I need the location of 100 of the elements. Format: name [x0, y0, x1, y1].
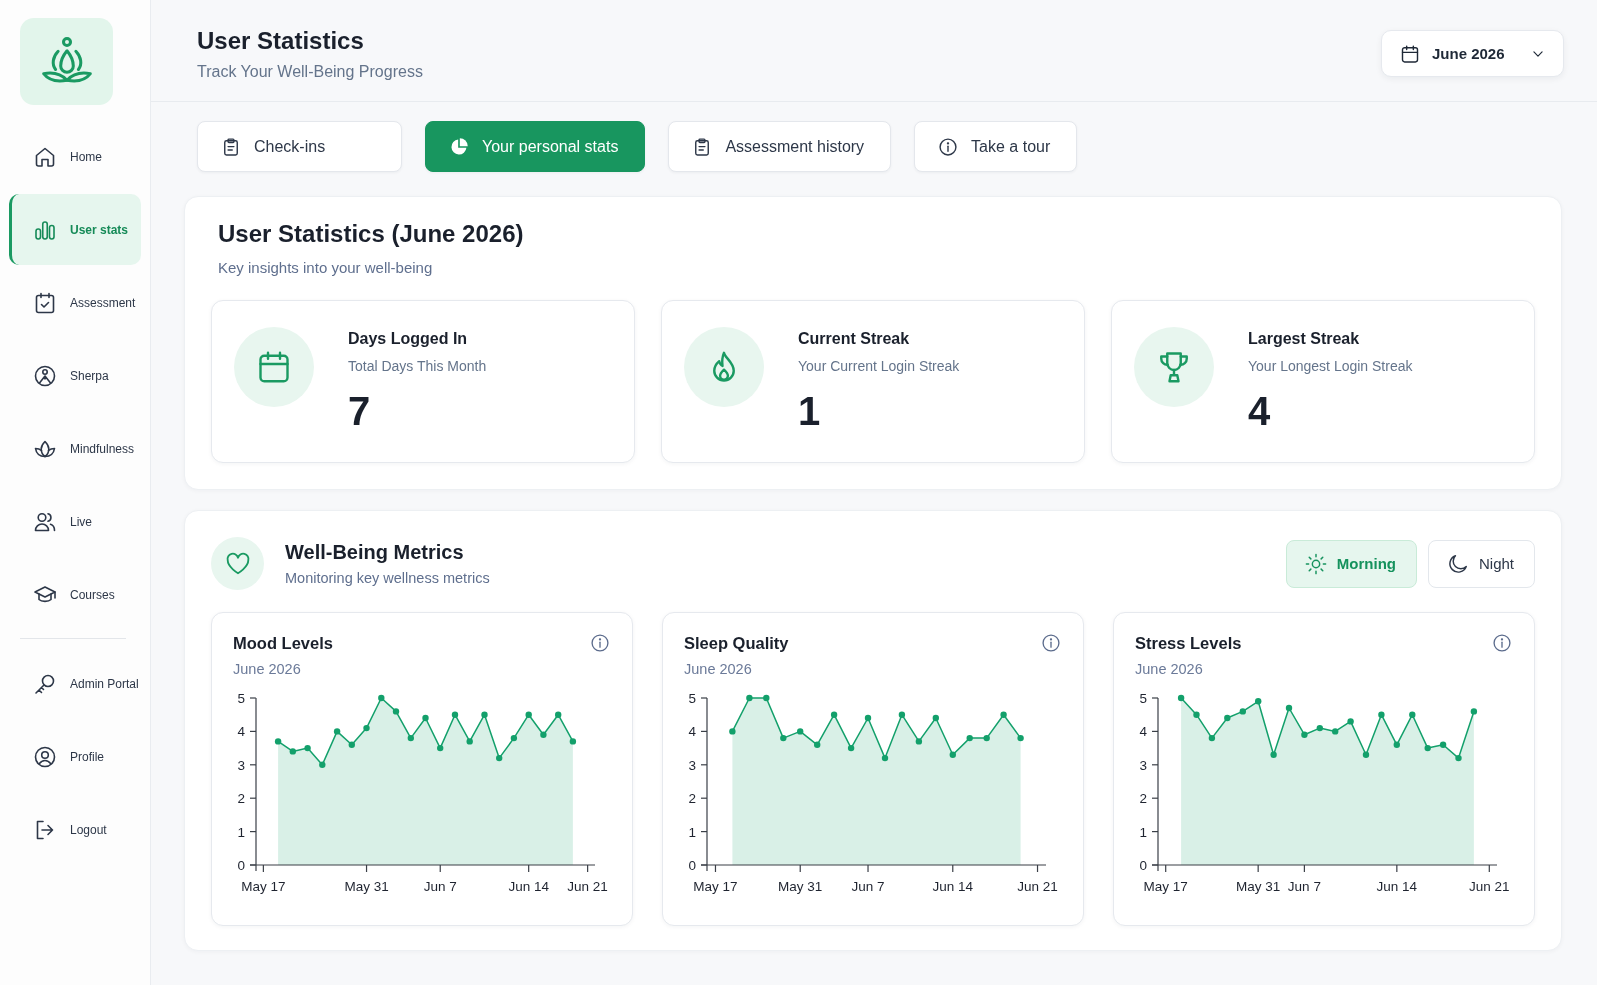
tick-label: 1: [1139, 824, 1147, 840]
data-point: [1439, 741, 1447, 748]
chart-subtitle: June 2026: [684, 660, 753, 679]
nav-item[interactable]: Mindfulness: [9, 413, 141, 484]
data-point: [525, 711, 532, 718]
data-point: [1000, 711, 1007, 718]
data-point: [1017, 734, 1024, 742]
nav-item[interactable]: Sherpa: [9, 340, 141, 411]
info-icon: [938, 136, 959, 157]
tick-label: Jun 21: [1469, 879, 1510, 894]
nav-item[interactable]: Live: [9, 486, 141, 557]
tick-label: 5: [1139, 691, 1147, 706]
data-point: [814, 741, 821, 748]
data-point: [763, 694, 770, 702]
data-point: [378, 694, 385, 702]
calendar-check-icon: [33, 290, 57, 315]
data-point: [1424, 744, 1431, 752]
data-point: [949, 751, 956, 758]
data-point: [274, 738, 282, 745]
toggle-button[interactable]: Night: [1427, 539, 1535, 588]
stat-subtitle: Total Days This Month: [348, 357, 487, 376]
calendar-icon: [1400, 43, 1420, 64]
tick-label: 3: [688, 757, 696, 773]
tick-label: 0: [1139, 858, 1147, 873]
chart-subtitle: June 2026: [233, 660, 302, 679]
info-icon[interactable]: [1492, 633, 1512, 653]
data-point: [466, 738, 473, 745]
data-point: [881, 754, 889, 762]
data-point: [864, 714, 872, 722]
data-point: [729, 728, 736, 735]
tick-label: 5: [688, 691, 696, 706]
tab[interactable]: Your personal stats: [425, 121, 646, 172]
toggle-button[interactable]: Morning: [1285, 539, 1417, 588]
stat-title: Current Streak: [798, 329, 911, 349]
data-point: [915, 738, 923, 745]
data-point: [1470, 708, 1478, 715]
data-point: [481, 711, 488, 718]
data-point: [437, 744, 444, 752]
nav-item[interactable]: Home: [9, 121, 141, 192]
stat-value: 4: [1248, 388, 1272, 434]
stat-title: Largest Streak: [1248, 329, 1361, 349]
tick-label: 2: [1139, 791, 1147, 807]
tab[interactable]: Take a tour: [914, 121, 1078, 172]
stat-title: Days Logged In: [348, 329, 469, 349]
data-point: [1316, 724, 1323, 732]
data-point: [555, 711, 562, 718]
data-point: [392, 708, 400, 715]
tick-label: 4: [688, 724, 696, 740]
section-subtitle: Monitoring key wellness metrics: [285, 568, 490, 588]
nav-item[interactable]: User stats: [9, 194, 141, 265]
tick-label: 1: [688, 824, 696, 840]
data-point: [983, 734, 990, 742]
data-point: [1301, 731, 1308, 738]
tick-label: Jun 14: [1376, 879, 1418, 894]
tick-label: 2: [688, 791, 696, 807]
data-point: [1332, 728, 1339, 735]
nav-item[interactable]: Admin Portal: [9, 648, 141, 719]
tick-label: May 31: [344, 879, 389, 894]
tick-label: Jun 7: [423, 879, 457, 894]
date-picker[interactable]: June 2026: [1381, 30, 1564, 77]
data-point: [1378, 711, 1385, 718]
data-point: [1285, 704, 1293, 712]
nav-item[interactable]: Profile: [9, 721, 141, 792]
tick-label: Jun 7: [851, 879, 885, 894]
data-point: [407, 734, 414, 742]
tick-label: 1: [237, 824, 245, 840]
user-circle-icon: [33, 744, 57, 769]
data-point: [847, 744, 855, 752]
tick-label: May 17: [693, 879, 738, 894]
tick-label: 4: [237, 724, 245, 740]
data-point: [569, 738, 577, 745]
nav-item[interactable]: Courses: [9, 559, 141, 630]
data-point: [319, 761, 326, 768]
chart-title: Stress Levels: [1135, 633, 1242, 653]
tab[interactable]: Check-ins: [197, 121, 402, 172]
data-point: [1409, 711, 1416, 718]
stat-subtitle: Your Longest Login Streak: [1248, 357, 1413, 376]
chart-title: Mood Levels: [233, 633, 333, 653]
data-point: [451, 711, 459, 718]
data-point: [1177, 694, 1185, 702]
data-point: [422, 714, 429, 722]
nav-item[interactable]: Logout: [9, 794, 141, 865]
tick-label: Jun 14: [508, 879, 549, 894]
data-point: [1239, 708, 1246, 715]
section-title: Well-Being Metrics: [285, 539, 465, 564]
info-icon[interactable]: [590, 633, 610, 653]
tab[interactable]: Assessment history: [668, 121, 892, 172]
data-point: [496, 754, 503, 762]
tick-label: 5: [237, 691, 245, 706]
nav-item[interactable]: Assessment: [9, 267, 141, 338]
data-point: [1255, 698, 1262, 705]
tick-label: May 31: [778, 879, 823, 894]
stat-value: 7: [348, 388, 372, 434]
tick-label: 3: [1139, 757, 1147, 773]
info-icon[interactable]: [1041, 633, 1061, 653]
data-point: [510, 734, 518, 742]
tick-label: Jun 21: [567, 879, 608, 894]
meditation-logo-icon: [20, 18, 113, 105]
page-subtitle: Track Your Well-Being Progress: [197, 62, 423, 82]
data-point: [304, 744, 311, 752]
